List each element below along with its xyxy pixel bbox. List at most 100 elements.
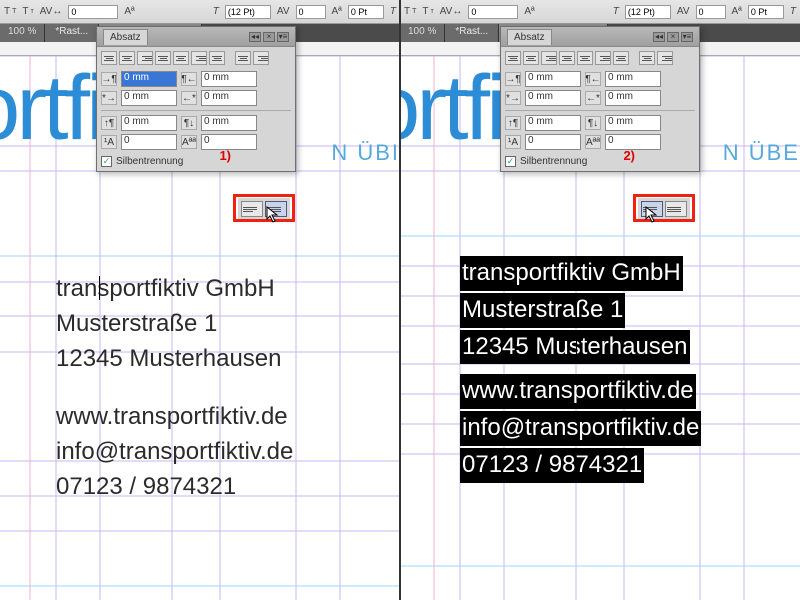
left-indent-input[interactable]: 0 mm [121,71,177,87]
align-toward-spine-icon[interactable] [639,51,655,65]
text-caret [576,334,577,358]
tab-rast[interactable]: *Rast... [445,24,499,42]
panel-tab-absatz[interactable]: Absatz [507,29,552,45]
justify-center-icon[interactable] [577,51,593,65]
justify-right-icon[interactable] [191,51,207,65]
kerning-input[interactable] [68,5,118,19]
align-center-icon[interactable] [523,51,539,65]
superscript-icon[interactable]: TT [4,6,16,17]
last-line-input[interactable]: 0 mm [605,90,661,106]
tab-rast[interactable]: *Rast... [45,24,99,42]
tracking-icon[interactable]: AV [277,6,290,17]
web-line: www.transportfiktiv.de [460,374,696,409]
space-before-icon: ↑¶ [505,116,521,130]
font-size-input[interactable] [225,5,271,19]
panel-collapse-icon[interactable]: ◂◂ [653,32,665,42]
paragraph-panel[interactable]: Absatz ◂◂ × ▾≡ [96,26,296,172]
last-line-indent-icon: ←* [585,91,601,105]
align-toward-spine-icon[interactable] [235,51,251,65]
subscript-icon[interactable]: Tᴛ [422,6,433,17]
hyphenation-checkbox[interactable] [101,156,112,167]
right-indent-input[interactable]: 0 mm [201,71,257,87]
web-line: www.transportfiktiv.de [56,400,293,435]
panel-titlebar[interactable]: Absatz ◂◂ × ▾≡ [501,27,699,47]
space-before-input[interactable]: 0 mm [121,115,177,131]
dropcap-lines-input[interactable]: 0 [525,134,581,150]
panel-collapse-icon[interactable]: ◂◂ [249,32,261,42]
kerning-icon[interactable]: AV↔ [440,6,463,17]
space-before-input[interactable]: 0 mm [525,115,581,131]
tracking-input[interactable] [696,5,726,19]
split-divider [399,0,401,600]
tracking-icon[interactable]: AV [677,6,690,17]
text-caret [99,276,100,300]
dropcap-lines-input[interactable]: 0 [121,134,177,150]
align-right-icon[interactable] [541,51,557,65]
hyphenation-checkbox[interactable] [505,156,516,167]
last-line-indent-icon: ←* [181,91,197,105]
zoom-level[interactable]: 100 % [0,24,45,42]
first-line-indent-icon: *→ [505,91,521,105]
highlight-box [633,194,695,222]
right-indent-input[interactable]: 0 mm [605,71,661,87]
type-toolbar: TT Tᴛ AV↔ Aª T AV Aª T [400,0,800,24]
mail-line: info@transportfiktiv.de [56,435,293,470]
space-after-input[interactable]: 0 mm [605,115,661,131]
font-size-icon[interactable]: T [613,6,619,17]
justify-center-icon[interactable] [173,51,189,65]
left-indent-input[interactable]: 0 mm [525,71,581,87]
justify-all-icon[interactable] [613,51,629,65]
last-line-input[interactable]: 0 mm [201,90,257,106]
baseline-input[interactable] [748,5,784,19]
align-left-icon[interactable] [101,51,117,65]
kerning-input[interactable] [468,5,518,19]
type-toolbar: TT Tᴛ AV↔ Aª T AV Aª T [0,0,400,24]
superscript-icon[interactable]: TT [404,6,416,17]
align-center-icon[interactable] [119,51,135,65]
dropcap-lines-icon: ¹A [101,135,117,149]
scale-icon[interactable]: Aª [124,6,134,17]
dropcap-chars-icon: Aªª [181,135,197,149]
annotation-2: 2) [623,148,635,163]
space-after-input[interactable]: 0 mm [201,115,257,131]
first-line-input[interactable]: 0 mm [525,90,581,106]
dropcap-chars-icon: Aªª [585,135,601,149]
panel-titlebar[interactable]: Absatz ◂◂ × ▾≡ [97,27,295,47]
baseline-icon[interactable]: Aª [732,6,742,17]
hyphenation-label: Silbentrennung [520,156,587,167]
panel-close-icon[interactable]: × [263,32,275,42]
panel-menu-icon[interactable]: ▾≡ [681,32,693,42]
cursor-icon [645,206,659,224]
justify-left-icon[interactable] [155,51,171,65]
justify-right-icon[interactable] [595,51,611,65]
align-left-icon[interactable] [505,51,521,65]
align-away-spine-icon[interactable] [657,51,673,65]
zoom-level[interactable]: 100 % [400,24,445,42]
panel-close-icon[interactable]: × [667,32,679,42]
panel-tab-absatz[interactable]: Absatz [103,29,148,45]
align-away-spine-icon[interactable] [253,51,269,65]
panel-menu-icon[interactable]: ▾≡ [277,32,289,42]
baseline-input[interactable] [348,5,384,19]
tracking-input[interactable] [296,5,326,19]
align-right-icon[interactable] [137,51,153,65]
left-indent-icon: →¶ [505,72,521,86]
kerning-icon[interactable]: AV↔ [40,6,63,17]
font-size-input[interactable] [625,5,671,19]
style-t-icon[interactable]: T [790,6,796,17]
hyphenation-label: Silbentrennung [116,156,183,167]
justify-left-icon[interactable] [559,51,575,65]
address-block[interactable]: transportfiktiv GmbH Musterstraße 1 1234… [460,256,701,485]
justify-all-icon[interactable] [209,51,225,65]
address-block[interactable]: transportfiktiv GmbH Musterstraße 1 1234… [56,272,293,505]
left-indent-icon: →¶ [101,72,117,86]
baseline-icon[interactable]: Aª [332,6,342,17]
style-t-icon[interactable]: T [390,6,396,17]
font-size-icon[interactable]: T [213,6,219,17]
scale-icon[interactable]: Aª [524,6,534,17]
paragraph-panel[interactable]: Absatz ◂◂ × ▾≡ [500,26,700,172]
company-line: transportfiktiv GmbH [56,272,293,307]
first-line-input[interactable]: 0 mm [121,90,177,106]
subscript-icon[interactable]: Tᴛ [22,6,33,17]
city-line: 12345 Musterhausen [56,342,293,377]
